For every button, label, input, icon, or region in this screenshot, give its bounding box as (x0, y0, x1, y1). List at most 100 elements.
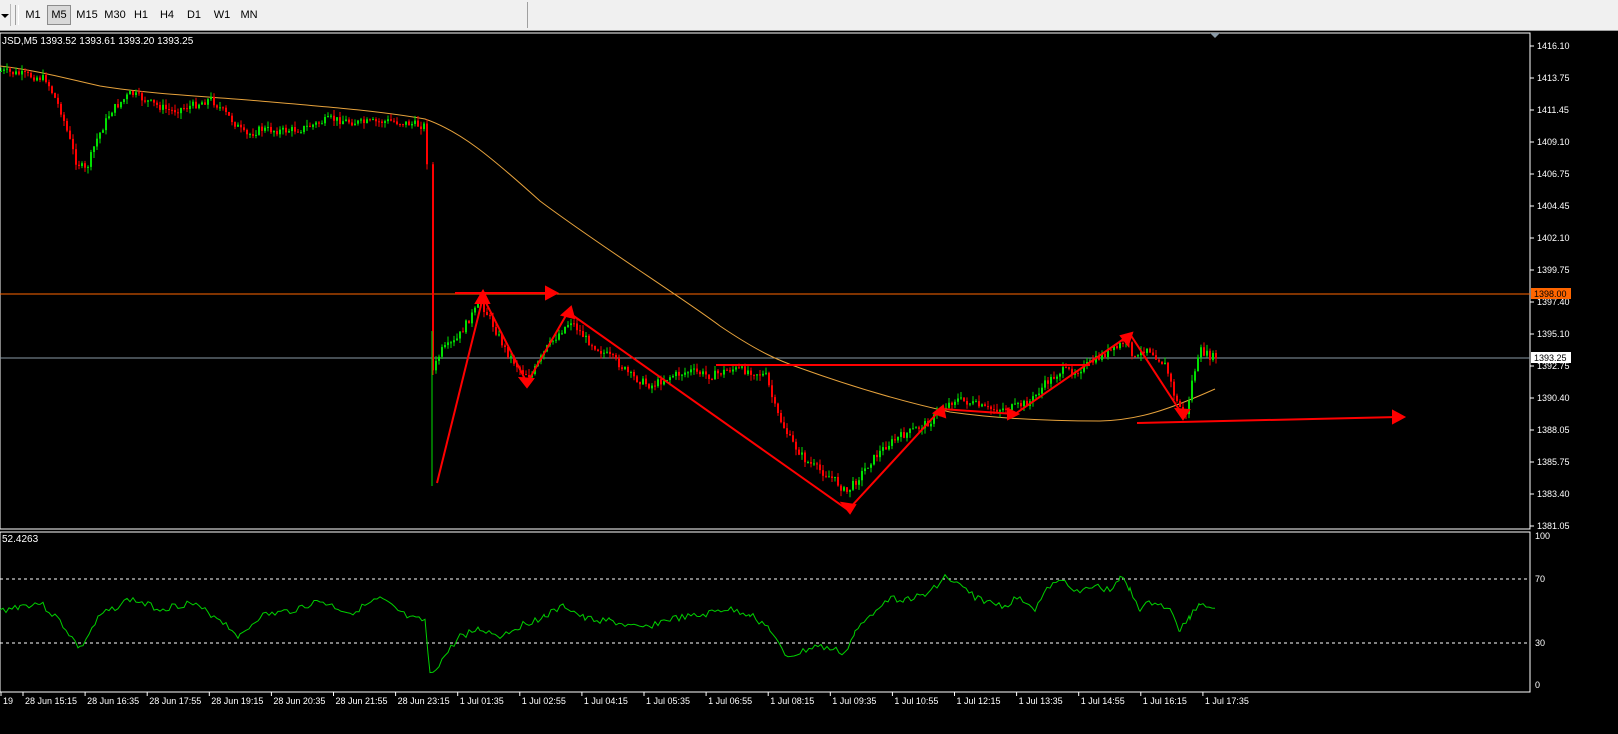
candle-body (852, 480, 854, 490)
candle-body (132, 90, 134, 95)
candle-body (771, 385, 773, 398)
candle-body (1059, 373, 1061, 377)
timeframe-w1-button[interactable]: W1 (210, 5, 234, 25)
candle-body (327, 116, 329, 118)
candle-body (243, 127, 245, 130)
candle-body (957, 398, 959, 402)
chart-window[interactable]: JSD,M5 1393.52 1393.61 1393.20 1393.25 5… (0, 31, 1618, 734)
time-tick-label: 28 Jun 15:15 (25, 696, 77, 706)
timeframe-h4-button[interactable]: H4 (156, 5, 178, 25)
candle-body (99, 132, 101, 139)
candle-body (975, 401, 977, 403)
candle-body (510, 356, 512, 358)
candle-body (690, 369, 692, 373)
candle-body (834, 476, 836, 479)
time-tick-label: 28 Jun 17:55 (149, 696, 201, 706)
candle-body (420, 126, 422, 130)
candle-body (162, 104, 164, 110)
candle-body (1212, 353, 1214, 360)
candle-body (1110, 349, 1112, 351)
candle-body (987, 406, 989, 408)
candle-body (1047, 380, 1049, 384)
candle-body (117, 104, 119, 108)
candle-body (732, 369, 734, 372)
candle-body (105, 118, 107, 131)
candle-body (321, 123, 323, 125)
price-tick-label: 1381.05 (1537, 521, 1570, 531)
candle-body (144, 100, 146, 102)
candle-body (258, 126, 260, 135)
candle-body (216, 105, 218, 108)
time-tick-label: 1 Jul 01:35 (460, 696, 504, 706)
candle-body (264, 127, 266, 131)
candle-body (39, 77, 41, 80)
candle-body (1209, 350, 1211, 360)
candle-body (1197, 357, 1199, 372)
candle-body (723, 369, 725, 375)
timeframe-d1-button[interactable]: D1 (183, 5, 205, 25)
candle-body (465, 320, 467, 333)
candle-body (441, 347, 443, 357)
candle-body (855, 480, 857, 485)
toolbar-dropdown-icon[interactable] (0, 4, 11, 26)
toolbar-spacer (272, 2, 528, 28)
timeframe-m1-button[interactable]: M1 (22, 5, 44, 25)
candle-body (342, 121, 344, 125)
candle-body (477, 303, 479, 308)
candle-body (165, 104, 167, 109)
candle-body (636, 376, 638, 382)
candle-body (963, 397, 965, 401)
timeframe-h1-button[interactable]: H1 (130, 5, 152, 25)
timeframe-m30-button[interactable]: M30 (102, 5, 128, 25)
candle-body (408, 121, 410, 126)
candle-body (747, 370, 749, 375)
candle-body (804, 452, 806, 463)
candle-body (867, 467, 869, 469)
candle-body (75, 149, 77, 165)
candle-body (474, 307, 476, 313)
candle-body (1011, 404, 1013, 411)
candle-body (1044, 380, 1046, 388)
candle-body (66, 120, 68, 131)
candle-body (246, 129, 248, 135)
timeframe-m15-button[interactable]: M15 (74, 5, 100, 25)
candle-body (897, 436, 899, 441)
candle-body (816, 463, 818, 465)
candle-body (840, 485, 842, 491)
candle-body (777, 403, 779, 413)
candle-body (993, 409, 995, 411)
candle-body (870, 464, 872, 468)
candle-body (423, 123, 425, 130)
candle-body (228, 112, 230, 116)
candle-body (618, 357, 620, 368)
candle-body (876, 454, 878, 458)
candle-body (699, 371, 701, 375)
timeframe-m5-button[interactable]: M5 (47, 5, 71, 25)
candle-body (57, 97, 59, 104)
candle-body (378, 121, 380, 123)
candle-body (1050, 376, 1052, 384)
candle-body (1200, 347, 1202, 358)
candle-body (345, 119, 347, 122)
candle-body (1203, 347, 1205, 356)
candle-body (180, 108, 182, 114)
candle-body (90, 152, 92, 167)
price-chart-header: JSD,M5 1393.52 1393.61 1393.20 1393.25 (2, 36, 194, 47)
candle-body (591, 345, 593, 347)
time-tick-label: 1 Jul 16:15 (1143, 696, 1187, 706)
candle-body (573, 323, 575, 325)
candle-body (159, 104, 161, 110)
candle-body (792, 435, 794, 442)
candle-body (30, 73, 32, 78)
candle-body (813, 463, 815, 465)
candle-body (648, 384, 650, 389)
candle-body (279, 129, 281, 135)
candle-body (399, 124, 401, 126)
time-tick-label: 1 Jul 06:55 (708, 696, 752, 706)
timeframe-mn-button[interactable]: MN (236, 5, 262, 25)
candle-body (588, 335, 590, 346)
candle-body (438, 356, 440, 361)
candle-body (192, 101, 194, 106)
candle-body (678, 371, 680, 376)
candle-body (468, 320, 470, 324)
